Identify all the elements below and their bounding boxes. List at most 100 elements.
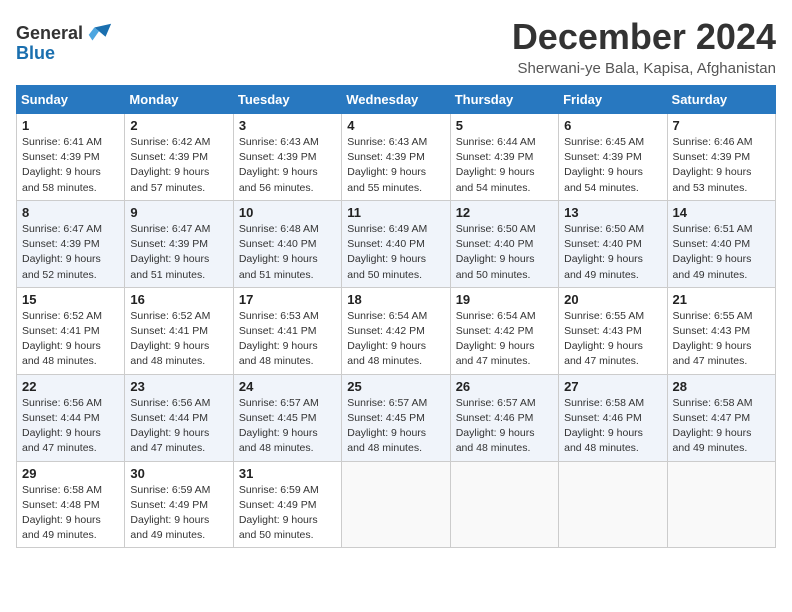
day-info: Sunrise: 6:47 AMSunset: 4:39 PMDaylight:… bbox=[130, 222, 227, 283]
day-cell bbox=[559, 461, 667, 548]
day-cell: 10Sunrise: 6:48 AMSunset: 4:40 PMDayligh… bbox=[233, 200, 341, 287]
day-info: Sunrise: 6:57 AMSunset: 4:45 PMDaylight:… bbox=[347, 396, 444, 457]
logo: General Blue bbox=[16, 20, 113, 64]
day-info: Sunrise: 6:42 AMSunset: 4:39 PMDaylight:… bbox=[130, 135, 227, 196]
day-number: 31 bbox=[239, 466, 336, 481]
day-number: 30 bbox=[130, 466, 227, 481]
day-cell bbox=[342, 461, 450, 548]
day-info: Sunrise: 6:53 AMSunset: 4:41 PMDaylight:… bbox=[239, 309, 336, 370]
page-header: General Blue December 2024 Sherwani-ye B… bbox=[16, 16, 776, 77]
day-info: Sunrise: 6:41 AMSunset: 4:39 PMDaylight:… bbox=[22, 135, 119, 196]
day-cell: 1 Sunrise: 6:41 AMSunset: 4:39 PMDaylight… bbox=[17, 114, 125, 201]
calendar-table: SundayMondayTuesdayWednesdayThursdayFrid… bbox=[16, 85, 776, 548]
week-row-1: 1 Sunrise: 6:41 AMSunset: 4:39 PMDaylight… bbox=[17, 114, 776, 201]
day-cell: 23 Sunrise: 6:56 AMSunset: 4:44 PMDayligh… bbox=[125, 374, 233, 461]
day-cell: 3 Sunrise: 6:43 AMSunset: 4:39 PMDaylight… bbox=[233, 114, 341, 201]
day-info: Sunrise: 6:59 AMSunset: 4:49 PMDaylight:… bbox=[239, 483, 336, 544]
day-cell: 4Sunrise: 6:43 AMSunset: 4:39 PMDaylight… bbox=[342, 114, 450, 201]
day-cell: 16 Sunrise: 6:52 AMSunset: 4:41 PMDayligh… bbox=[125, 287, 233, 374]
day-info: Sunrise: 6:54 AMSunset: 4:42 PMDaylight:… bbox=[347, 309, 444, 370]
day-info: Sunrise: 6:43 AMSunset: 4:39 PMDaylight:… bbox=[347, 135, 444, 196]
day-info: Sunrise: 6:50 AMSunset: 4:40 PMDaylight:… bbox=[456, 222, 553, 283]
header-cell-monday: Monday bbox=[125, 86, 233, 114]
day-info: Sunrise: 6:57 AMSunset: 4:46 PMDaylight:… bbox=[456, 396, 553, 457]
week-row-5: 29 Sunrise: 6:58 AMSunset: 4:48 PMDayligh… bbox=[17, 461, 776, 548]
day-number: 1 bbox=[22, 118, 119, 133]
week-row-3: 15 Sunrise: 6:52 AMSunset: 4:41 PMDayligh… bbox=[17, 287, 776, 374]
day-cell: 6 Sunrise: 6:45 AMSunset: 4:39 PMDaylight… bbox=[559, 114, 667, 201]
day-cell bbox=[667, 461, 775, 548]
day-number: 29 bbox=[22, 466, 119, 481]
day-info: Sunrise: 6:46 AMSunset: 4:39 PMDaylight:… bbox=[673, 135, 770, 196]
day-cell: 20Sunrise: 6:55 AMSunset: 4:43 PMDayligh… bbox=[559, 287, 667, 374]
day-cell: 13 Sunrise: 6:50 AMSunset: 4:40 PMDayligh… bbox=[559, 200, 667, 287]
title-section: December 2024 Sherwani-ye Bala, Kapisa, … bbox=[512, 16, 776, 77]
day-info: Sunrise: 6:43 AMSunset: 4:39 PMDaylight:… bbox=[239, 135, 336, 196]
day-number: 14 bbox=[673, 205, 770, 220]
day-info: Sunrise: 6:44 AMSunset: 4:39 PMDaylight:… bbox=[456, 135, 553, 196]
day-cell: 24Sunrise: 6:57 AMSunset: 4:45 PMDayligh… bbox=[233, 374, 341, 461]
header-cell-sunday: Sunday bbox=[17, 86, 125, 114]
day-number: 8 bbox=[22, 205, 119, 220]
day-number: 28 bbox=[673, 379, 770, 394]
day-number: 15 bbox=[22, 292, 119, 307]
day-info: Sunrise: 6:56 AMSunset: 4:44 PMDaylight:… bbox=[22, 396, 119, 457]
day-cell: 5Sunrise: 6:44 AMSunset: 4:39 PMDaylight… bbox=[450, 114, 558, 201]
day-cell: 12Sunrise: 6:50 AMSunset: 4:40 PMDayligh… bbox=[450, 200, 558, 287]
day-cell: 19 Sunrise: 6:54 AMSunset: 4:42 PMDayligh… bbox=[450, 287, 558, 374]
day-number: 2 bbox=[130, 118, 227, 133]
day-cell: 15 Sunrise: 6:52 AMSunset: 4:41 PMDayligh… bbox=[17, 287, 125, 374]
day-cell: 2 Sunrise: 6:42 AMSunset: 4:39 PMDaylight… bbox=[125, 114, 233, 201]
header-cell-friday: Friday bbox=[559, 86, 667, 114]
header-cell-thursday: Thursday bbox=[450, 86, 558, 114]
logo-text-blue: Blue bbox=[16, 44, 55, 64]
day-info: Sunrise: 6:59 AMSunset: 4:49 PMDaylight:… bbox=[130, 483, 227, 544]
day-cell: 31 Sunrise: 6:59 AMSunset: 4:49 PMDayligh… bbox=[233, 461, 341, 548]
day-cell: 17 Sunrise: 6:53 AMSunset: 4:41 PMDayligh… bbox=[233, 287, 341, 374]
day-number: 11 bbox=[347, 205, 444, 220]
day-info: Sunrise: 6:45 AMSunset: 4:39 PMDaylight:… bbox=[564, 135, 661, 196]
day-number: 13 bbox=[564, 205, 661, 220]
day-info: Sunrise: 6:50 AMSunset: 4:40 PMDaylight:… bbox=[564, 222, 661, 283]
day-number: 23 bbox=[130, 379, 227, 394]
day-number: 27 bbox=[564, 379, 661, 394]
day-info: Sunrise: 6:57 AMSunset: 4:45 PMDaylight:… bbox=[239, 396, 336, 457]
day-number: 20 bbox=[564, 292, 661, 307]
day-number: 6 bbox=[564, 118, 661, 133]
day-number: 16 bbox=[130, 292, 227, 307]
day-info: Sunrise: 6:52 AMSunset: 4:41 PMDaylight:… bbox=[130, 309, 227, 370]
header-cell-tuesday: Tuesday bbox=[233, 86, 341, 114]
day-cell: 21 Sunrise: 6:55 AMSunset: 4:43 PMDayligh… bbox=[667, 287, 775, 374]
week-row-2: 8 Sunrise: 6:47 AMSunset: 4:39 PMDaylight… bbox=[17, 200, 776, 287]
day-number: 21 bbox=[673, 292, 770, 307]
calendar-subtitle: Sherwani-ye Bala, Kapisa, Afghanistan bbox=[512, 60, 776, 77]
day-cell: 9 Sunrise: 6:47 AMSunset: 4:39 PMDaylight… bbox=[125, 200, 233, 287]
day-cell: 8Sunrise: 6:47 AMSunset: 4:39 PMDaylight… bbox=[17, 200, 125, 287]
day-info: Sunrise: 6:49 AMSunset: 4:40 PMDaylight:… bbox=[347, 222, 444, 283]
day-cell: 29 Sunrise: 6:58 AMSunset: 4:48 PMDayligh… bbox=[17, 461, 125, 548]
header-cell-saturday: Saturday bbox=[667, 86, 775, 114]
day-info: Sunrise: 6:58 AMSunset: 4:48 PMDaylight:… bbox=[22, 483, 119, 544]
header-row: SundayMondayTuesdayWednesdayThursdayFrid… bbox=[17, 86, 776, 114]
calendar-title: December 2024 bbox=[512, 16, 776, 58]
day-number: 7 bbox=[673, 118, 770, 133]
day-number: 10 bbox=[239, 205, 336, 220]
day-info: Sunrise: 6:54 AMSunset: 4:42 PMDaylight:… bbox=[456, 309, 553, 370]
day-info: Sunrise: 6:55 AMSunset: 4:43 PMDaylight:… bbox=[673, 309, 770, 370]
day-cell: 22Sunrise: 6:56 AMSunset: 4:44 PMDayligh… bbox=[17, 374, 125, 461]
day-cell: 30 Sunrise: 6:59 AMSunset: 4:49 PMDayligh… bbox=[125, 461, 233, 548]
day-number: 17 bbox=[239, 292, 336, 307]
week-row-4: 22Sunrise: 6:56 AMSunset: 4:44 PMDayligh… bbox=[17, 374, 776, 461]
day-number: 9 bbox=[130, 205, 227, 220]
day-info: Sunrise: 6:52 AMSunset: 4:41 PMDaylight:… bbox=[22, 309, 119, 370]
header-cell-wednesday: Wednesday bbox=[342, 86, 450, 114]
day-info: Sunrise: 6:58 AMSunset: 4:47 PMDaylight:… bbox=[673, 396, 770, 457]
day-number: 19 bbox=[456, 292, 553, 307]
day-info: Sunrise: 6:56 AMSunset: 4:44 PMDaylight:… bbox=[130, 396, 227, 457]
day-number: 3 bbox=[239, 118, 336, 133]
day-number: 25 bbox=[347, 379, 444, 394]
day-cell: 25 Sunrise: 6:57 AMSunset: 4:45 PMDayligh… bbox=[342, 374, 450, 461]
day-cell bbox=[450, 461, 558, 548]
day-cell: 28 Sunrise: 6:58 AMSunset: 4:47 PMDayligh… bbox=[667, 374, 775, 461]
day-cell: 7 Sunrise: 6:46 AMSunset: 4:39 PMDaylight… bbox=[667, 114, 775, 201]
